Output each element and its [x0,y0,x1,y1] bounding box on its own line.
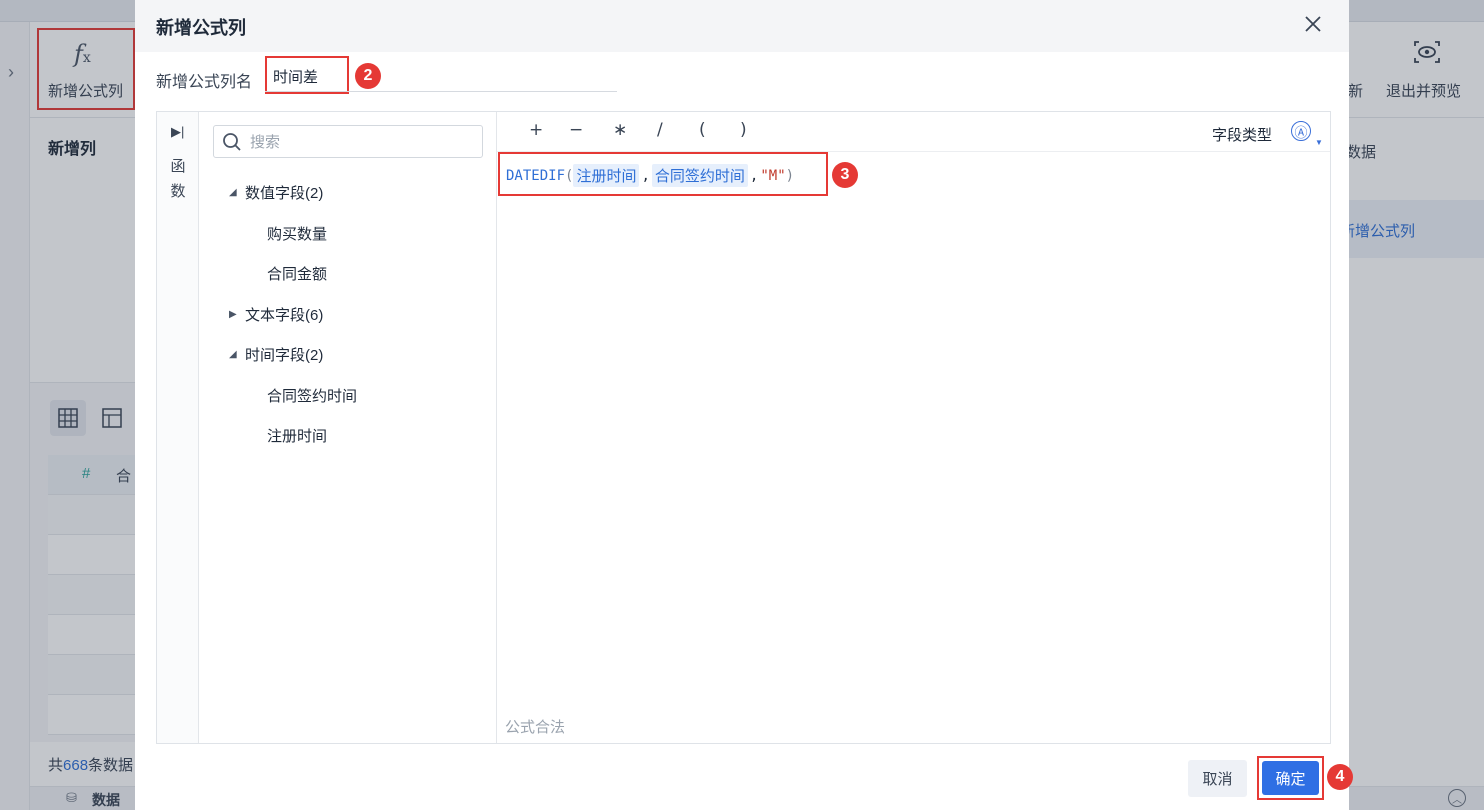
formula-field-token[interactable]: 合同签约时间 [651,164,748,187]
field-search-box[interactable] [213,125,483,158]
dialog-header: 新增公式列 [135,0,1349,52]
column-name-underline [265,91,617,92]
formula-open-paren: ( [565,167,574,184]
caret-down-icon[interactable]: ◢ [229,187,245,198]
tree-item-purchase-qty[interactable]: 购买数量 [267,223,327,244]
tree-group-time[interactable]: ◢ 时间字段(2) [229,344,323,365]
close-paren-button[interactable]: ) [740,120,747,140]
formula-close-paren: ) [785,167,795,184]
minus-operator-button[interactable]: − [569,120,583,140]
caret-down-icon[interactable]: ◢ [229,349,245,360]
formula-editor-panel: ▶| 函数 ◢ 数值字段(2) 购买数量 合同金额 ▶ 文本字段(6) [156,111,1331,744]
tree-item-register-time[interactable]: 注册时间 [267,425,327,446]
step-badge-3: 3 [832,162,858,188]
function-tab[interactable]: 函数 [169,154,187,204]
caret-down-icon[interactable]: ▼ [1315,138,1323,147]
field-tree: ◢ 数值字段(2) 购买数量 合同金额 ▶ 文本字段(6) ◢ 时间字段(2) … [199,112,497,743]
multiply-operator-button[interactable]: ∗ [613,120,627,140]
function-tab-column: ▶| 函数 [157,112,199,743]
operator-bar: + − ∗ / ( ) 字段类型 Ⓐ ▼ [497,112,1330,152]
formula-validity-status: 公式合法 [505,719,566,736]
column-name-input[interactable] [273,66,343,86]
ok-button-highlight: 确定 [1257,756,1324,800]
column-name-label: 新增公式列名 [156,74,253,91]
new-formula-column-dialog: 新增公式列 新增公式列名 2 ▶| 函数 ◢ 数值字段(2) [135,0,1353,810]
text-type-icon[interactable]: Ⓐ [1291,121,1311,141]
formula-text[interactable]: DATEDIF(注册时间, 合同签约时间, "M") [506,164,794,187]
formula-highlight: DATEDIF(注册时间, 合同签约时间, "M") [498,152,828,196]
tree-group-text[interactable]: ▶ 文本字段(6) [229,304,323,325]
tree-item-contract-sign-time[interactable]: 合同签约时间 [267,385,357,406]
cancel-button[interactable]: 取消 [1188,760,1247,797]
column-name-highlight [265,56,349,94]
tree-group-numeric[interactable]: ◢ 数值字段(2) [229,182,323,203]
search-icon [223,133,241,151]
field-type-label: 字段类型 [1212,127,1273,144]
formula-string-arg: "M" [760,167,786,184]
tree-group-label: 数值字段(2) [245,185,324,202]
step-badge-2: 2 [355,63,381,89]
formula-editor[interactable]: + − ∗ / ( ) 字段类型 Ⓐ ▼ DATEDIF(注册时间, 合同签约时间… [497,112,1330,743]
step-badge-4: 4 [1327,764,1353,790]
formula-comma: , [641,167,650,184]
ok-button[interactable]: 确定 [1262,761,1319,795]
divide-operator-button[interactable]: / [657,120,663,140]
open-paren-button[interactable]: ( [699,120,706,140]
formula-function: DATEDIF [506,167,566,184]
search-input[interactable] [250,132,470,152]
formula-comma: , [749,167,759,184]
expand-arrow-icon[interactable]: ▶| [171,124,184,140]
formula-field-token[interactable]: 注册时间 [573,164,640,187]
tree-group-label: 时间字段(2) [245,347,324,364]
tree-item-contract-amount[interactable]: 合同金额 [267,263,327,284]
tree-group-label: 文本字段(6) [245,307,324,324]
dialog-title: 新增公式列 [156,18,246,38]
caret-right-icon[interactable]: ▶ [229,309,245,320]
close-icon[interactable] [1301,12,1325,36]
plus-operator-button[interactable]: + [529,120,543,140]
